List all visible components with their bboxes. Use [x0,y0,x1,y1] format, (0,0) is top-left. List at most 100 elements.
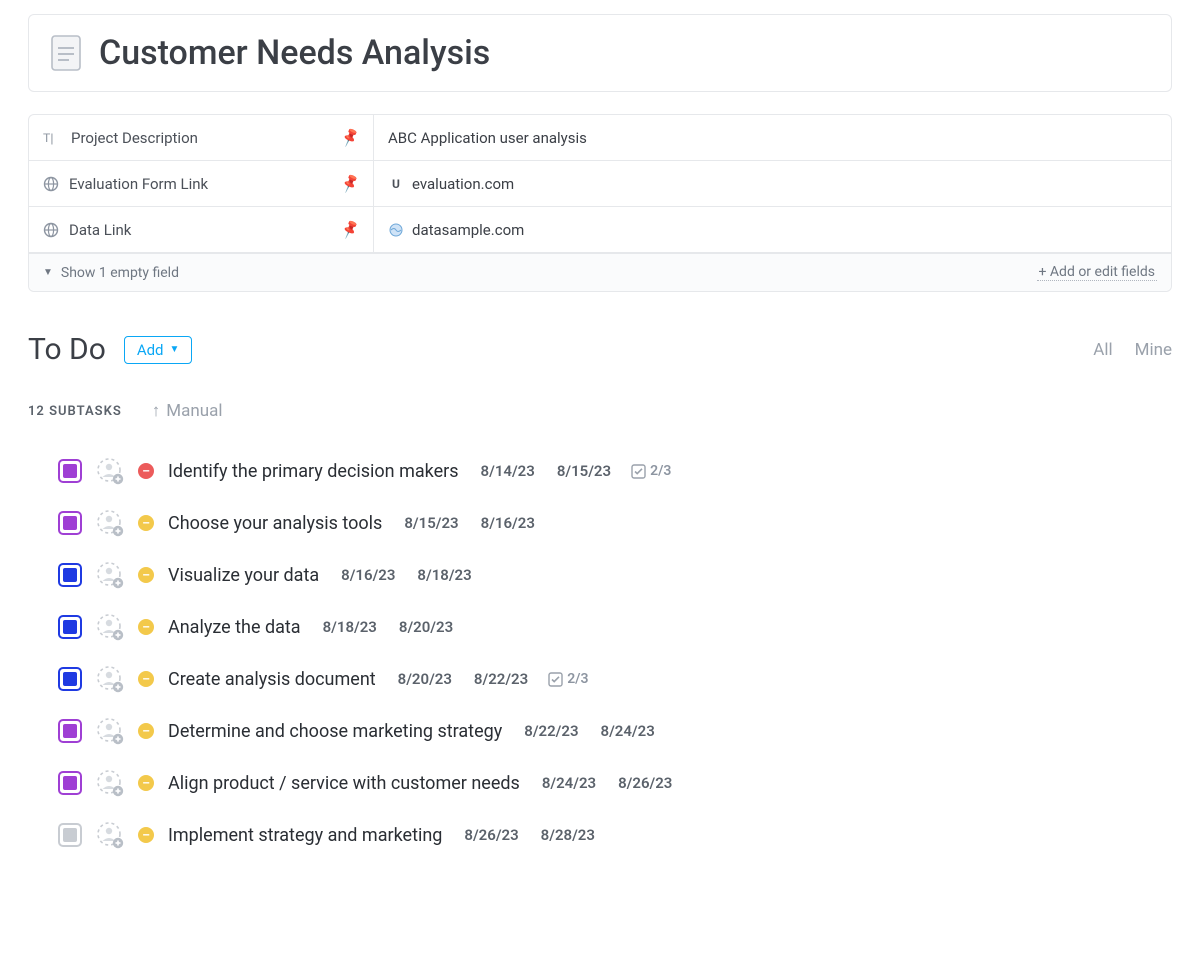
task-status-box[interactable] [58,563,82,587]
task-row[interactable]: –Analyze the data 8/18/23 8/20/23 [28,601,1172,653]
field-row-evaluation-form-link: Evaluation Form Link 📌 U evaluation.com [29,161,1171,207]
task-start-date[interactable]: 8/26/23 [464,826,518,844]
filter-all[interactable]: All [1093,340,1112,360]
task-list: –Identify the primary decision makers8/1… [28,445,1172,861]
assignee-add-icon[interactable] [96,613,124,641]
task-start-date[interactable]: 8/16/23 [341,566,395,584]
task-title[interactable]: Implement strategy and marketing [168,825,442,846]
priority-icon[interactable]: – [138,463,154,479]
subtasks-meta: 12 SUBTASKS ↑ Manual [28,401,1172,421]
task-start-date[interactable]: 8/14/23 [481,462,535,480]
pin-icon[interactable]: 📌 [339,173,361,194]
task-end-date[interactable]: 8/20/23 [399,618,453,636]
field-row-data-link: Data Link 📌 datasample.com [29,207,1171,253]
task-checklist[interactable]: 2/3 [631,463,671,479]
task-title[interactable]: Analyze the data [168,617,301,638]
task-checklist-count: 2/3 [650,463,671,479]
priority-icon[interactable]: – [138,827,154,843]
arrow-up-icon: ↑ [152,401,161,421]
fields-footer: ▼ Show 1 empty field + Add or edit field… [29,253,1171,291]
task-title[interactable]: Identify the primary decision makers [168,461,459,482]
task-status-box[interactable] [58,771,82,795]
text-field-icon: T| [43,131,61,145]
task-start-date[interactable]: 8/15/23 [404,514,458,532]
filter-mine[interactable]: Mine [1135,340,1172,360]
link-favicon-icon: U [388,176,404,192]
document-icon [49,34,83,72]
task-status-box[interactable] [58,615,82,639]
task-row[interactable]: –Identify the primary decision makers 8/1… [28,445,1172,497]
task-status-box[interactable] [58,459,82,483]
priority-icon[interactable]: – [138,723,154,739]
svg-text:T|: T| [43,131,53,145]
pin-icon[interactable]: 📌 [339,219,361,240]
assignee-add-icon[interactable] [96,665,124,693]
task-end-date[interactable]: 8/15/23 [557,462,611,480]
task-row[interactable]: –Choose your analysis tools 8/15/23 8/16/2… [28,497,1172,549]
task-row[interactable]: –Implement strategy and marketing 8/26/23… [28,809,1172,861]
link-favicon-icon [388,222,404,238]
task-end-date[interactable]: 8/16/23 [481,514,535,532]
task-title[interactable]: Align product / service with customer ne… [168,773,520,794]
assignee-add-icon[interactable] [96,457,124,485]
subtasks-count: 12 SUBTASKS [28,404,122,419]
field-label-cell[interactable]: Data Link 📌 [29,207,374,252]
sort-mode-button[interactable]: ↑ Manual [152,401,223,421]
todo-filters: All Mine [1093,340,1172,360]
task-status-inner [63,724,77,738]
task-start-date[interactable]: 8/24/23 [542,774,596,792]
task-status-box[interactable] [58,719,82,743]
task-status-inner [63,516,77,530]
todo-section-title: To Do [28,332,106,367]
field-value: datasample.com [412,221,524,239]
priority-icon[interactable]: – [138,619,154,635]
priority-icon[interactable]: – [138,515,154,531]
task-title[interactable]: Determine and choose marketing strategy [168,721,502,742]
task-end-date[interactable]: 8/18/23 [417,566,471,584]
task-end-date[interactable]: 8/24/23 [601,722,655,740]
priority-icon[interactable]: – [138,567,154,583]
task-title[interactable]: Choose your analysis tools [168,513,382,534]
task-status-box[interactable] [58,823,82,847]
task-end-date[interactable]: 8/26/23 [618,774,672,792]
field-value-cell[interactable]: ABC Application user analysis [374,115,1171,160]
page-title[interactable]: Customer Needs Analysis [99,33,490,73]
task-row[interactable]: –Visualize your data 8/16/23 8/18/23 [28,549,1172,601]
assignee-add-icon[interactable] [96,509,124,537]
assignee-add-icon[interactable] [96,717,124,745]
assignee-add-icon[interactable] [96,561,124,589]
add-or-edit-fields-button[interactable]: + Add or edit fields [1037,264,1158,281]
field-label-cell[interactable]: T| Project Description 📌 [29,115,374,160]
task-title[interactable]: Create analysis document [168,669,376,690]
task-end-date[interactable]: 8/28/23 [541,826,595,844]
show-empty-fields-button[interactable]: ▼ Show 1 empty field [43,265,179,281]
field-value: evaluation.com [412,175,514,193]
field-value-cell[interactable]: U evaluation.com [374,161,1171,206]
priority-icon[interactable]: – [138,775,154,791]
task-end-date[interactable]: 8/22/23 [474,670,528,688]
pin-icon[interactable]: 📌 [339,127,361,148]
task-row[interactable]: –Create analysis document8/20/238/22/23 … [28,653,1172,705]
task-status-box[interactable] [58,511,82,535]
task-status-inner [63,776,77,790]
task-checklist-count: 2/3 [567,671,588,687]
add-task-button[interactable]: Add ▼ [124,336,193,364]
task-status-box[interactable] [58,667,82,691]
task-start-date[interactable]: 8/18/23 [323,618,377,636]
task-checklist[interactable]: 2/3 [548,671,588,687]
task-title[interactable]: Visualize your data [168,565,319,586]
field-label: Project Description [71,129,198,147]
chevron-down-icon: ▼ [170,344,180,355]
priority-icon[interactable]: – [138,671,154,687]
assignee-add-icon[interactable] [96,821,124,849]
field-value-cell[interactable]: datasample.com [374,207,1171,252]
assignee-add-icon[interactable] [96,769,124,797]
field-row-project-description: T| Project Description 📌 ABC Application… [29,115,1171,161]
task-start-date[interactable]: 8/22/23 [524,722,578,740]
chevron-down-icon: ▼ [43,267,53,278]
task-row[interactable]: –Align product / service with customer n… [28,757,1172,809]
field-value: ABC Application user analysis [388,129,587,147]
task-start-date[interactable]: 8/20/23 [398,670,452,688]
field-label-cell[interactable]: Evaluation Form Link 📌 [29,161,374,206]
task-row[interactable]: –Determine and choose marketing strategy… [28,705,1172,757]
